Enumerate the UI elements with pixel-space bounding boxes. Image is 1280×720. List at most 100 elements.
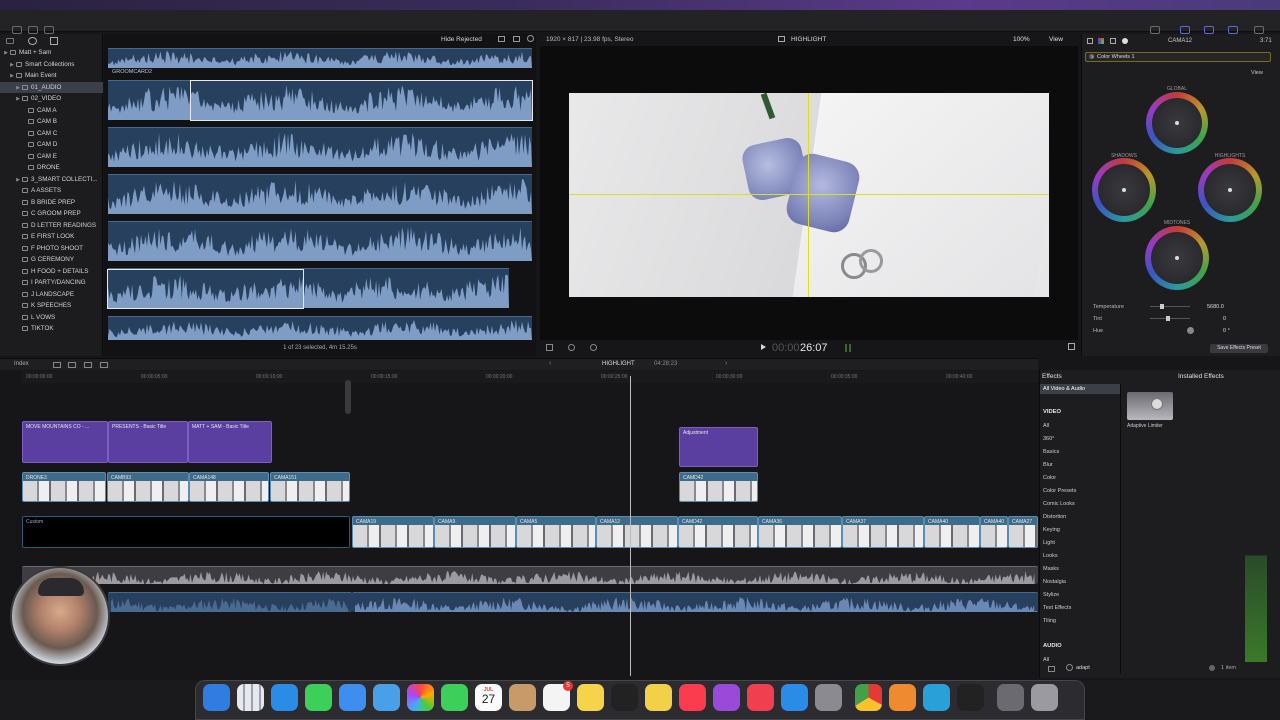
maps-icon[interactable] <box>373 684 400 711</box>
primary-video-clip[interactable]: CAMA40 <box>924 516 980 548</box>
audio-category-all[interactable]: All <box>1043 657 1049 663</box>
library-item[interactable]: CAM E <box>0 151 103 162</box>
library-item[interactable]: E FIRST LOOK <box>0 231 103 242</box>
share-icon[interactable] <box>1254 26 1264 34</box>
video-inspector-icon[interactable] <box>1087 38 1093 44</box>
key-icon[interactable] <box>1150 26 1160 34</box>
index-button[interactable]: Index <box>14 361 29 367</box>
sidebar-toggle-icon[interactable] <box>1048 666 1055 672</box>
connected-video-clip[interactable]: CAMA148 <box>189 472 269 502</box>
effects-category-item[interactable]: 360° <box>1043 436 1054 442</box>
podcasts-icon[interactable] <box>713 684 740 711</box>
hue-value[interactable]: 0 ° <box>1223 328 1230 334</box>
slider-knob[interactable] <box>1160 304 1164 309</box>
insert-icon[interactable] <box>84 362 92 368</box>
mail-icon[interactable] <box>339 684 366 711</box>
enhance-icon[interactable] <box>568 344 575 351</box>
title-clip[interactable]: MATT + SAM - Basic Title <box>188 421 272 463</box>
calendar-icon[interactable]: JUL 27 <box>475 684 502 711</box>
libraries-icon[interactable] <box>6 38 14 44</box>
connected-video-clip[interactable]: CAMB93 <box>107 472 189 502</box>
timecode[interactable]: 26:07 <box>800 342 828 354</box>
color-effect-selector[interactable]: Color Wheels 1 <box>1085 52 1271 62</box>
library-item[interactable]: B BRIDE PREP <box>0 197 103 208</box>
finalcut-icon[interactable] <box>957 684 984 711</box>
music-audio-clip[interactable] <box>22 566 1038 584</box>
layout-icon[interactable] <box>1204 26 1214 34</box>
disclosure-icon[interactable]: ▶ <box>14 94 22 105</box>
timeline-project-name[interactable]: HIGHLIGHT <box>602 361 635 367</box>
shadows-color-wheel[interactable] <box>1092 158 1156 222</box>
filmstrip-icon[interactable] <box>513 36 520 42</box>
messages-icon[interactable] <box>305 684 332 711</box>
audio-clip-waveform[interactable] <box>108 316 532 340</box>
library-item[interactable]: CAM C <box>0 128 103 139</box>
library-item[interactable]: ▶ 02_VIDEO <box>0 93 103 104</box>
facetime-icon[interactable] <box>441 684 468 711</box>
library-item[interactable]: J LANDSCAPE <box>0 289 103 300</box>
safari-icon[interactable] <box>271 684 298 711</box>
wheel-puck[interactable] <box>1122 188 1126 192</box>
music-icon[interactable] <box>679 684 706 711</box>
viewer-view-menu[interactable]: View <box>1049 36 1063 43</box>
playhead[interactable] <box>630 376 631 676</box>
library-item[interactable]: I PARTY/DANCING <box>0 277 103 288</box>
clip-appearance-icon[interactable] <box>498 36 505 42</box>
selected-range[interactable] <box>190 80 533 121</box>
disclosure-icon[interactable]: ▶ <box>14 83 22 94</box>
wheel-puck[interactable] <box>1175 121 1179 125</box>
hide-rejected-filter[interactable]: Hide Rejected <box>441 36 482 43</box>
window-control-icon[interactable] <box>28 26 38 34</box>
global-color-wheel[interactable] <box>1146 92 1208 154</box>
hue-dial[interactable] <box>1187 327 1194 334</box>
library-item[interactable]: K SPEECHES <box>0 300 103 311</box>
library-item[interactable]: ▶ 3_SMART COLLECTI... <box>0 174 103 185</box>
archive-icon[interactable] <box>997 684 1024 711</box>
titles-generators-icon[interactable] <box>50 37 58 45</box>
fullscreen-icon[interactable] <box>1068 343 1075 350</box>
play-icon[interactable] <box>761 344 766 350</box>
clear-search-icon[interactable] <box>1209 665 1215 671</box>
effects-category-selected[interactable]: All Video & Audio <box>1040 384 1120 394</box>
back-icon[interactable]: ‹ <box>549 360 551 367</box>
zoom-level[interactable]: 100% <box>1013 36 1030 43</box>
primary-video-clip[interactable]: CAMA27 <box>1008 516 1038 548</box>
effects-category-item[interactable]: Comic Looks <box>1043 501 1075 507</box>
library-item[interactable]: H FOOD + DETAILS <box>0 266 103 277</box>
finder-icon[interactable] <box>203 684 230 711</box>
disclosure-icon[interactable]: ▶ <box>8 60 16 71</box>
library-item[interactable]: ▶ Main Event <box>0 70 103 81</box>
search-app-icon[interactable] <box>923 684 950 711</box>
effects-category-item[interactable]: Nostalgia <box>1043 579 1066 585</box>
primary-video-clip[interactable]: CAMD42 <box>678 516 758 548</box>
layout-icon[interactable] <box>1180 26 1190 34</box>
contacts-icon[interactable] <box>509 684 536 711</box>
chrome-icon[interactable] <box>855 684 882 711</box>
effects-category-item[interactable]: Text Effects <box>1043 605 1071 611</box>
effects-category-item[interactable]: Blur <box>1043 462 1053 468</box>
library-item[interactable]: D LETTER READINGS <box>0 220 103 231</box>
inspector-view-menu[interactable]: View <box>1251 70 1263 76</box>
trash-icon[interactable] <box>1031 684 1058 711</box>
wheel-puck[interactable] <box>1175 256 1179 260</box>
timeline-scroll-handle[interactable] <box>345 380 351 414</box>
layout-icon[interactable] <box>1228 26 1238 34</box>
effects-category-item[interactable]: Stylize <box>1043 592 1059 598</box>
library-item[interactable]: DRONE <box>0 162 103 173</box>
groomcard-audio-clip[interactable]: GROOMCARD2 <box>352 592 1038 612</box>
launchpad-icon[interactable] <box>237 684 264 711</box>
library-item[interactable]: F PHOTO SHOOT <box>0 243 103 254</box>
news-icon[interactable] <box>747 684 774 711</box>
disclosure-icon[interactable]: ▶ <box>2 48 10 59</box>
library-item[interactable]: ▶ Smart Collections <box>0 59 103 70</box>
library-item[interactable]: ▶ 01_AUDIO <box>0 81 103 94</box>
primary-video-clip[interactable]: CAMA5 <box>516 516 596 548</box>
info-icon[interactable] <box>1122 38 1128 44</box>
effects-category-item[interactable]: Light <box>1043 540 1055 546</box>
effects-category-item[interactable]: Looks <box>1043 553 1058 559</box>
officiant-audio-clip[interactable]: OFFICIANT <box>108 592 352 612</box>
adaptive-limiter-thumbnail[interactable] <box>1127 392 1173 420</box>
library-item[interactable]: L VOWS <box>0 312 103 323</box>
library-item[interactable]: CAM D <box>0 139 103 150</box>
library-item[interactable]: CAM A <box>0 105 103 116</box>
